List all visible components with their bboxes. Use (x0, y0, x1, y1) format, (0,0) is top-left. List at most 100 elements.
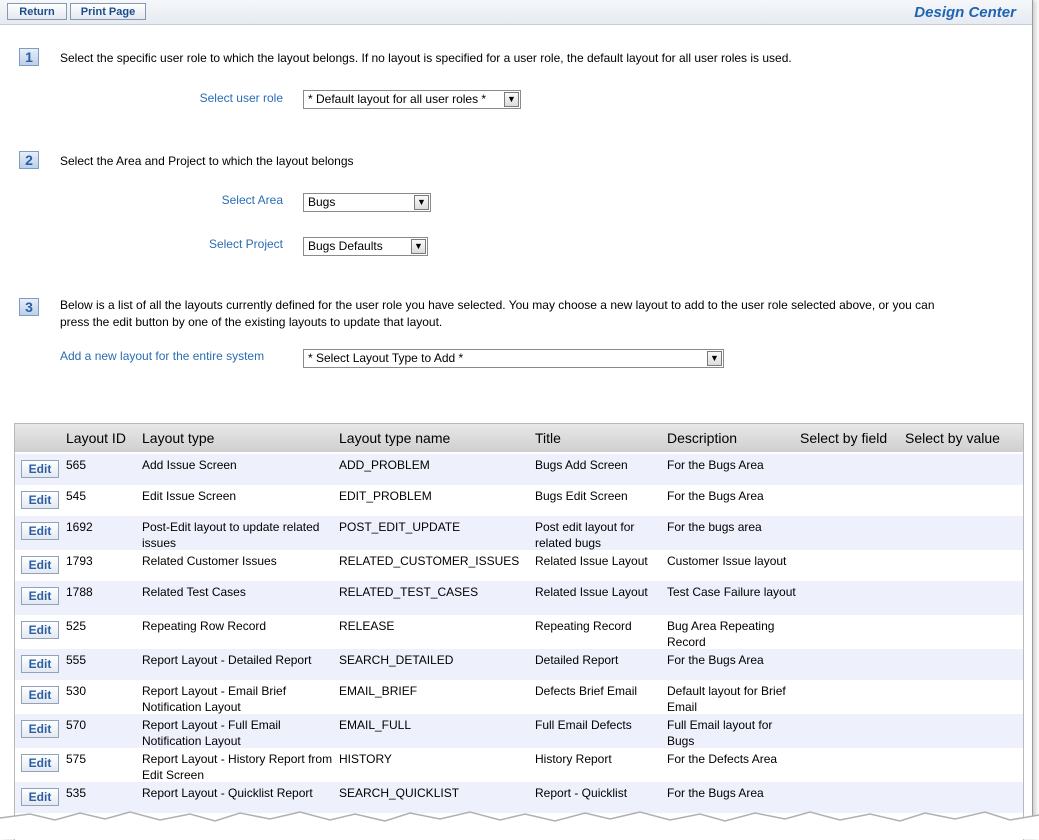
header-layout-type: Layout type (142, 430, 215, 446)
cell-layout-type: Report Layout - Full Email Notification … (142, 718, 281, 748)
cell-layout-type: Related Test Cases (142, 585, 246, 599)
cell-layout-id: 535 (66, 786, 87, 800)
cell-layout-type: Repeating Row Record (142, 619, 267, 633)
edit-button[interactable]: Edit (21, 491, 59, 509)
edit-button[interactable]: Edit (21, 686, 59, 704)
table-row: Edit 1788 Related Test Cases RELATED_TEST_C… (15, 581, 1023, 615)
cell-layout-type-name: RELATED_TEST_CASES (339, 585, 479, 599)
step-1-instructions: Select the specific user role to which t… (60, 51, 792, 65)
step-1-badge: 1 (19, 48, 39, 66)
cell-layout-id: 530 (66, 684, 87, 698)
edit-button[interactable]: Edit (21, 621, 59, 639)
cell-title: Full Email Defects (535, 718, 632, 732)
cell-layout-type-name: POST_EDIT_UPDATE (339, 520, 461, 534)
user-role-label: Select user role (199, 91, 283, 105)
header-description: Description (667, 430, 738, 446)
chevron-down-icon[interactable]: ▼ (411, 239, 426, 254)
cell-layout-id: 1793 (66, 554, 93, 568)
step-3-badge: 3 (19, 298, 39, 316)
edit-button[interactable]: Edit (21, 587, 59, 605)
cell-layout-id: 555 (66, 653, 87, 667)
add-layout-type-select-value: * Select Layout Type to Add * (308, 351, 464, 365)
cell-title: Bugs Add Screen (535, 458, 628, 472)
toolbar: Return Print Page Design Center (0, 0, 1032, 25)
chevron-down-icon[interactable]: ▼ (707, 351, 722, 366)
table-row: Edit 1793 Related Customer Issues RELATED_C… (15, 550, 1023, 581)
edit-button[interactable]: Edit (21, 788, 59, 806)
cell-layout-type: Report Layout - History Report from Edit… (142, 752, 333, 782)
edit-button[interactable]: Edit (21, 754, 59, 772)
cell-layout-type-name: EDIT_PROBLEM (339, 489, 432, 503)
table-row: Edit 525 Repeating Row Record RELEASE Repeat… (15, 615, 1023, 649)
cell-title: Repeating Record (535, 619, 632, 633)
cell-layout-type: Add Issue Screen (142, 458, 237, 472)
cell-layout-type: Edit Issue Screen (142, 489, 237, 503)
cell-layout-id: 1692 (66, 520, 93, 534)
cell-layout-type-name: SEARCH_QUICKLIST (339, 786, 460, 800)
cell-description: For the bugs area (667, 520, 762, 534)
table-row: Edit 575 Report Layout - History Report fr… (15, 748, 1023, 782)
cell-description: Test Case Failure layout (667, 585, 796, 599)
edit-button[interactable]: Edit (21, 522, 59, 540)
step-2-instructions: Select the Area and Project to which the… (60, 154, 354, 168)
cell-layout-type-name: ADD_PROBLEM (339, 458, 430, 472)
project-select[interactable]: Bugs Defaults ▼ (303, 237, 428, 256)
project-label: Select Project (208, 237, 283, 251)
cell-title: Related Issue Layout (535, 554, 648, 568)
cell-description: Full Email layout for Bugs (667, 718, 773, 748)
cell-layout-type-name: EMAIL_FULL (339, 718, 412, 732)
cell-layout-id: 575 (66, 752, 87, 766)
cell-layout-type: Report Layout - Email Brief Notification… (142, 684, 287, 714)
step-2-badge: 2 (19, 151, 39, 169)
header-select-by-value: Select by value (905, 430, 1000, 446)
cell-layout-type: Report Layout - Quicklist Report (142, 786, 313, 800)
add-layout-label: Add a new layout for the entire system (60, 349, 265, 363)
area-select[interactable]: Bugs ▼ (303, 193, 431, 212)
cell-layout-type: Report Layout - Detailed Report (142, 653, 312, 667)
edit-button[interactable]: Edit (21, 720, 59, 738)
cell-layout-type-name: HISTORY (339, 752, 392, 766)
cell-description: Default layout for Brief Email (667, 684, 786, 714)
cell-description: For the Defects Area (667, 752, 778, 766)
cell-title: Detailed Report (535, 653, 619, 667)
user-role-select[interactable]: * Default layout for all user roles * ▼ (303, 90, 521, 109)
cell-title: History Report (535, 752, 612, 766)
cell-layout-id: 545 (66, 489, 87, 503)
cell-title: Report - Quicklist (535, 786, 628, 800)
table-row: Edit 555 Report Layout - Detailed Report SE… (15, 649, 1023, 680)
header-title: Title (535, 430, 561, 446)
cell-description: For the Bugs Area (667, 786, 764, 800)
cell-description: For the Bugs Area (667, 458, 764, 472)
cell-layout-type-name: EMAIL_BRIEF (339, 684, 418, 698)
cell-layout-id: 565 (66, 458, 87, 472)
table-row: Edit 530 Report Layout - Email Brief Notif… (15, 680, 1023, 714)
cell-layout-type-name: SEARCH_DETAILED (339, 653, 454, 667)
edit-button[interactable]: Edit (21, 460, 59, 478)
print-page-button[interactable]: Print Page (70, 3, 146, 20)
return-button[interactable]: Return (7, 3, 67, 20)
step-3-instructions-line-2: press the edit button by one of the exis… (60, 315, 443, 329)
table-row: Edit 545 Edit Issue Screen EDIT_PROBLEM Bugs… (15, 485, 1023, 516)
table-row: Edit 1692 Post-Edit layout to update relat… (15, 516, 1023, 550)
chevron-down-icon[interactable]: ▼ (414, 195, 429, 210)
cell-layout-id: 570 (66, 718, 87, 732)
app-window: Return Print Page Design Center 1 Select… (0, 0, 1039, 840)
cell-description: For the Bugs Area (667, 653, 764, 667)
cell-description: For the Bugs Area (667, 489, 764, 503)
cell-title: Bugs Edit Screen (535, 489, 628, 503)
area-label: Select Area (221, 193, 283, 207)
edit-button[interactable]: Edit (21, 655, 59, 673)
step-3-instructions-line-1: Below is a list of all the layouts curre… (60, 298, 935, 312)
cell-description: Bug Area Repeating Record (667, 619, 775, 649)
table-header: Layout ID Layout type Layout type name T… (15, 424, 1023, 452)
cell-layout-type: Post-Edit layout to update related issue… (142, 520, 320, 550)
header-layout-id: Layout ID (66, 430, 126, 446)
cell-layout-id: 1788 (66, 585, 93, 599)
table-row: Edit 565 Add Issue Screen ADD_PROBLEM Bugs A… (15, 454, 1023, 485)
chevron-down-icon[interactable]: ▼ (504, 92, 519, 107)
edit-button[interactable]: Edit (21, 556, 59, 574)
add-layout-type-select[interactable]: * Select Layout Type to Add * ▼ (303, 349, 724, 368)
cell-description: Customer Issue layout (667, 554, 787, 568)
cell-layout-type: Related Customer Issues (142, 554, 277, 568)
header-select-by-field: Select by field (800, 430, 888, 446)
